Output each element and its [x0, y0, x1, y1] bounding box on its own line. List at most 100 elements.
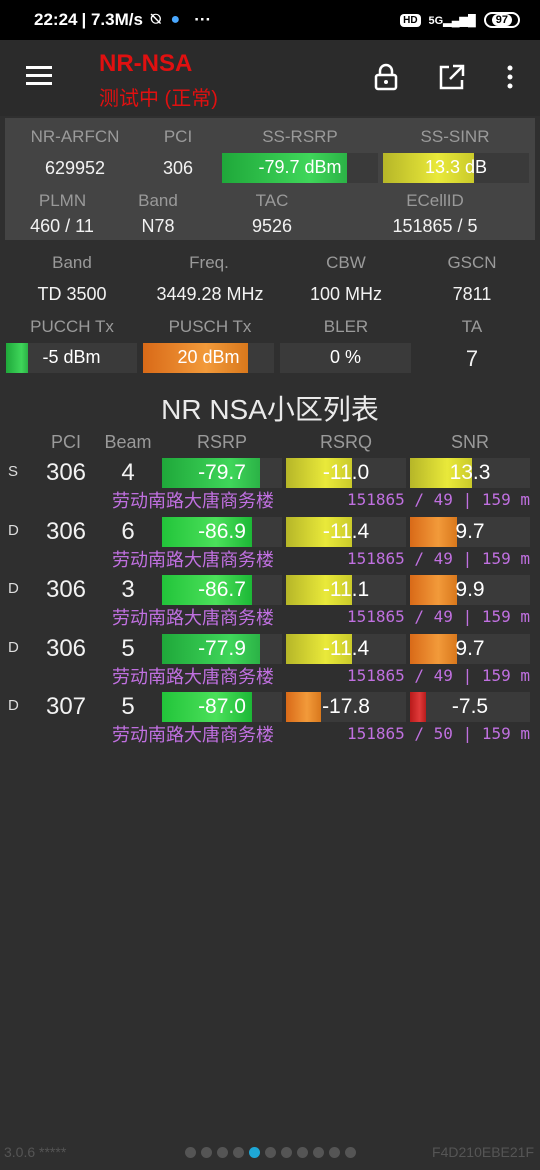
row-type: D — [8, 521, 19, 539]
page-dot[interactable] — [296, 1147, 308, 1158]
row-rsrq-value: -11.1 — [322, 578, 370, 601]
label-pucch-tx: PUCCH Tx — [30, 317, 114, 336]
row-beam: 4 — [121, 459, 135, 486]
row-snr-value: 9.9 — [455, 578, 485, 601]
app-toolbar: NR-NSA 测试中 (正常) — [0, 40, 540, 116]
page-dot[interactable] — [184, 1147, 196, 1158]
row-cell-name: 劳动南路大唐商务楼 — [112, 608, 274, 628]
battery-icon: 97 — [483, 12, 520, 28]
label-plmn: PLMN — [38, 191, 87, 210]
header-beam: Beam — [104, 432, 152, 452]
row-type: D — [8, 580, 19, 597]
page-dot[interactable] — [344, 1147, 356, 1158]
row-rsrp-bar: -79.7 — [162, 458, 282, 488]
row-rsrq-bar: -11.4 — [286, 633, 406, 664]
row-rsrq-value: -11.0 — [322, 461, 370, 484]
row-snr-value: -7.5 — [451, 695, 489, 718]
row-pci: 306 — [45, 576, 87, 603]
ss-rsrp-bar: -79.7 dBm — [222, 153, 378, 183]
bler-bar: 0 % — [280, 343, 411, 373]
row-beam: 6 — [121, 517, 135, 545]
row-snr-value: 9.7 — [455, 636, 485, 660]
signal-icon: 5G▂▄▆█ — [428, 14, 476, 27]
device-id: F4D210EBE21F — [432, 1144, 534, 1160]
row-snr-bar: -7.5 — [410, 692, 530, 722]
row-rsrp-bar: -87.0 — [162, 692, 282, 722]
page-dot[interactable] — [280, 1147, 292, 1158]
row-snr-value: 13.3 — [449, 461, 491, 484]
row-rsrp-value: -77.9 — [198, 636, 246, 660]
row-rsrq-bar: -17.8 — [286, 692, 406, 722]
row-rsrq-bar: -11.0 — [286, 458, 406, 488]
row-type: D — [8, 638, 19, 656]
page-dot[interactable] — [264, 1147, 276, 1158]
value-pucch-tx: -5 dBm — [42, 347, 101, 367]
more-notifications-icon: ··· — [194, 10, 212, 29]
row-beam: 5 — [121, 634, 135, 662]
row-snr-bar: 9.7 — [410, 633, 530, 664]
open-external-icon[interactable] — [437, 62, 467, 92]
row-pci: 307 — [45, 693, 87, 720]
header-rsrq: RSRQ — [319, 432, 372, 452]
row-cell-name: 劳动南路大唐商务楼 — [112, 491, 274, 511]
page-dot[interactable] — [200, 1147, 212, 1158]
row-snr-value: 9.7 — [455, 519, 485, 543]
row-rsrq-value: -17.8 — [322, 695, 370, 718]
value-plmn: 460 / 11 — [30, 216, 94, 236]
label-bler: BLER — [323, 317, 369, 336]
row-cell-info: 151865 / 49 | 159 m — [346, 548, 530, 568]
label-freq: Freq. — [189, 253, 229, 272]
page-dot[interactable] — [248, 1147, 260, 1158]
row-cell-info: 151865 / 49 | 159 m — [346, 665, 530, 685]
label-ss-rsrp: SS-RSRP — [262, 127, 338, 146]
alarm-off-icon: ⍉ — [150, 11, 161, 28]
label-ss-sinr: SS-SINR — [420, 127, 490, 146]
page-dot[interactable] — [328, 1147, 340, 1158]
value-pci: 306 — [162, 158, 194, 178]
cell-list-title: NR NSA小区列表 — [161, 394, 379, 425]
row-rsrp-bar: -86.7 — [162, 575, 282, 605]
value-ss-rsrp: -79.7 dBm — [258, 157, 342, 177]
label-pusch-tx: PUSCH Tx — [168, 317, 252, 336]
status-speed: | 7.3M/s — [81, 10, 143, 29]
value-band-radio: TD 3500 — [37, 284, 107, 304]
row-cell-info: 151865 / 49 | 159 m — [346, 607, 530, 626]
label-nr-arfcn: NR-ARFCN — [30, 127, 120, 146]
row-rsrq-bar: -11.4 — [286, 516, 406, 547]
row-pci: 306 — [45, 459, 87, 486]
value-gscn: 7811 — [452, 284, 492, 304]
lock-icon[interactable] — [371, 62, 401, 92]
row-beam: 3 — [121, 576, 135, 603]
label-tac: TAC — [255, 191, 289, 210]
page-dot[interactable] — [312, 1147, 324, 1158]
pusch-tx-bar: 20 dBm — [143, 343, 274, 373]
value-ss-sinr: 13.3 dB — [424, 157, 488, 177]
label-ecellid: ECellID — [406, 191, 464, 210]
status-bar: 22:24 | 7.3M/s ⍉ ● ··· HD 5G▂▄▆█ 97 — [0, 0, 540, 40]
label-pci: PCI — [163, 127, 193, 146]
value-cbw: 100 MHz — [309, 284, 383, 304]
row-type: D — [8, 697, 19, 714]
row-rsrp-value: -87.0 — [198, 695, 246, 718]
hd-badge: HD — [400, 13, 421, 27]
row-cell-info: 151865 / 49 | 159 m — [346, 490, 530, 509]
row-pci: 306 — [45, 634, 87, 662]
value-pusch-tx: 20 dBm — [177, 347, 240, 367]
value-bler: 0 % — [329, 347, 362, 367]
row-rsrq-bar: -11.1 — [286, 575, 406, 605]
row-rsrp-value: -86.9 — [198, 519, 246, 543]
header-snr: SNR — [450, 432, 489, 452]
row-snr-bar: 13.3 — [410, 458, 530, 488]
label-cbw: CBW — [326, 253, 366, 272]
header-rsrp: RSRP — [196, 432, 247, 452]
row-type: S — [8, 463, 19, 480]
app-subtitle: 测试中 (正常) — [99, 88, 218, 110]
page-dot[interactable] — [216, 1147, 228, 1158]
row-rsrq-value: -11.4 — [322, 636, 370, 660]
page-dot[interactable] — [232, 1147, 244, 1158]
row-rsrp-bar: -86.9 — [162, 516, 282, 547]
menu-icon[interactable] — [26, 66, 52, 86]
value-freq: 3449.28 MHz — [156, 284, 264, 304]
more-options-icon[interactable] — [495, 62, 525, 92]
ss-sinr-bar: 13.3 dB — [383, 153, 529, 183]
